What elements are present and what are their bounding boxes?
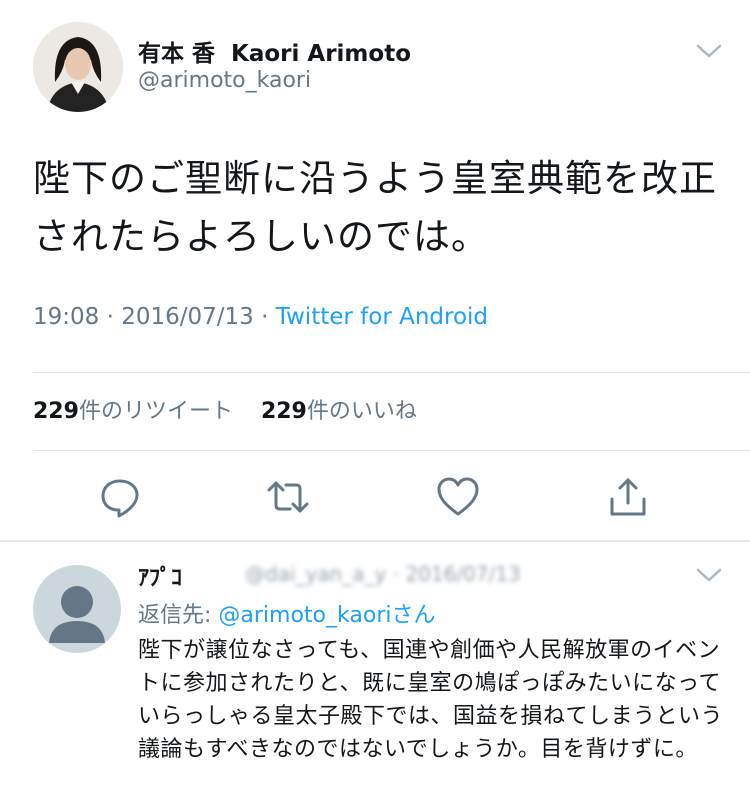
author-display-name[interactable]: 有本 香 Kaori Arimoto	[138, 34, 411, 68]
reply-text: 陛下が譲位なさっても、国連や創価や人民解放軍のイベントに参加されたりと、既に皇室…	[138, 638, 724, 762]
tweet-meta: 19:08 · 2016/07/13 · Twitter for Android	[33, 304, 488, 330]
reply-to-label: 返信先:	[138, 603, 219, 628]
reply-icon[interactable]	[98, 475, 142, 519]
author-avatar[interactable]	[33, 22, 123, 112]
tweet-source-link[interactable]: Twitter for Android	[276, 304, 488, 330]
like-icon[interactable]	[436, 475, 480, 519]
tweet-date[interactable]: 2016/07/13	[121, 304, 254, 330]
divider	[33, 372, 750, 373]
engagement-counts: 229件のリツイート 229件のいいね	[33, 393, 417, 425]
like-count-label: 件のいいね	[306, 399, 417, 424]
tweet-time[interactable]: 19:08	[33, 304, 99, 330]
retweet-count-label: 件のリツイート	[78, 399, 233, 424]
meta-separator: ·	[261, 304, 269, 330]
tweet-text: 陛下のご聖断に沿うよう皇室典範を改正されたらよろしいのでは。	[33, 157, 717, 258]
reply-to-handle: @arimoto_kaori	[218, 603, 392, 628]
chevron-down-icon[interactable]	[695, 42, 723, 60]
reply-author-name[interactable]: ｱﾌﾟｺ	[138, 560, 182, 592]
retweet-count-link[interactable]: 229件のリツイート	[33, 399, 233, 424]
author-name-en: Kaori Arimoto	[231, 41, 411, 67]
divider	[33, 450, 750, 451]
chevron-down-icon[interactable]	[695, 566, 723, 584]
meta-separator: ·	[106, 304, 114, 330]
author-name-ja: 有本 香	[138, 41, 216, 67]
reply-to-handle-link[interactable]: @arimoto_kaoriさん	[218, 603, 435, 628]
section-divider	[0, 540, 750, 542]
reply-to-suffix: さん	[391, 603, 436, 628]
reply-to-line: 返信先: @arimoto_kaoriさん	[138, 597, 436, 629]
retweet-icon[interactable]	[266, 475, 310, 519]
share-icon[interactable]	[606, 475, 650, 519]
like-count-link[interactable]: 229件のいいね	[261, 399, 417, 424]
author-handle[interactable]: @arimoto_kaori	[138, 68, 311, 93]
reply-handle-date: @dai_yan_a_y · 2016/07/13	[245, 562, 521, 586]
main-tweet: 有本 香 Kaori Arimoto @arimoto_kaori 陛下のご聖断…	[0, 0, 750, 540]
retweet-count: 229	[33, 399, 79, 424]
default-avatar-icon[interactable]	[33, 565, 121, 653]
like-count: 229	[260, 399, 307, 424]
